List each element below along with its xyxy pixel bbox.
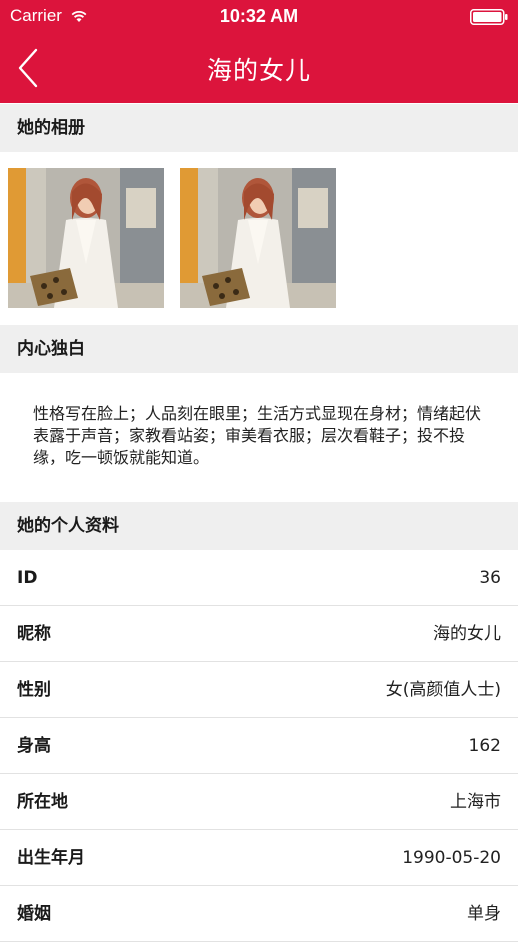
profile-list: ID 36 昵称 海的女儿 性别 女(高颜值人士) 身高 162 所在地 上海市…: [0, 550, 518, 942]
row-value: 36: [479, 568, 501, 588]
album-section-header: 她的相册: [0, 104, 518, 152]
battery-icon: [470, 9, 508, 25]
profile-row-birth: 出生年月 1990-05-20: [0, 830, 518, 886]
nav-bar: 海的女儿: [0, 34, 518, 103]
profile-row-height: 身高 162: [0, 718, 518, 774]
profile-row-nickname: 昵称 海的女儿: [0, 606, 518, 662]
row-label: 身高: [17, 736, 51, 756]
album-photo[interactable]: [8, 168, 164, 308]
album-photo[interactable]: [180, 168, 336, 308]
row-value: 1990-05-20: [402, 848, 501, 868]
app-header: Carrier 10:32 AM 海的女儿: [0, 0, 518, 103]
row-label: 出生年月: [17, 848, 85, 868]
photo-image: [8, 168, 164, 308]
profile-row-gender: 性别 女(高颜值人士): [0, 662, 518, 718]
photo-album: [0, 152, 518, 325]
status-bar: Carrier 10:32 AM: [0, 0, 518, 34]
row-label: 婚姻: [17, 904, 51, 924]
row-label: 性别: [17, 680, 51, 700]
row-label: 昵称: [17, 624, 51, 644]
profile-row-id: ID 36: [0, 550, 518, 606]
row-value: 单身: [467, 904, 501, 924]
profile-row-marital: 婚姻 单身: [0, 886, 518, 942]
monologue-section-header: 内心独白: [0, 325, 518, 373]
status-time: 10:32 AM: [219, 6, 299, 26]
page-title: 海的女儿: [206, 56, 311, 85]
row-label: 所在地: [17, 792, 68, 812]
profile-section-header: 她的个人资料: [0, 502, 518, 550]
row-value: 海的女儿: [433, 624, 501, 644]
monologue-text: 性格写在脸上；人品刻在眼里；生活方式显现在身材；情绪起伏表露于声音；家教看站姿；…: [0, 373, 518, 502]
row-value: 女(高颜值人士): [385, 680, 501, 700]
row-label: ID: [17, 568, 38, 588]
row-value: 162: [468, 736, 501, 756]
photo-image: [180, 168, 336, 308]
profile-row-location: 所在地 上海市: [0, 774, 518, 830]
row-value: 上海市: [450, 792, 501, 812]
